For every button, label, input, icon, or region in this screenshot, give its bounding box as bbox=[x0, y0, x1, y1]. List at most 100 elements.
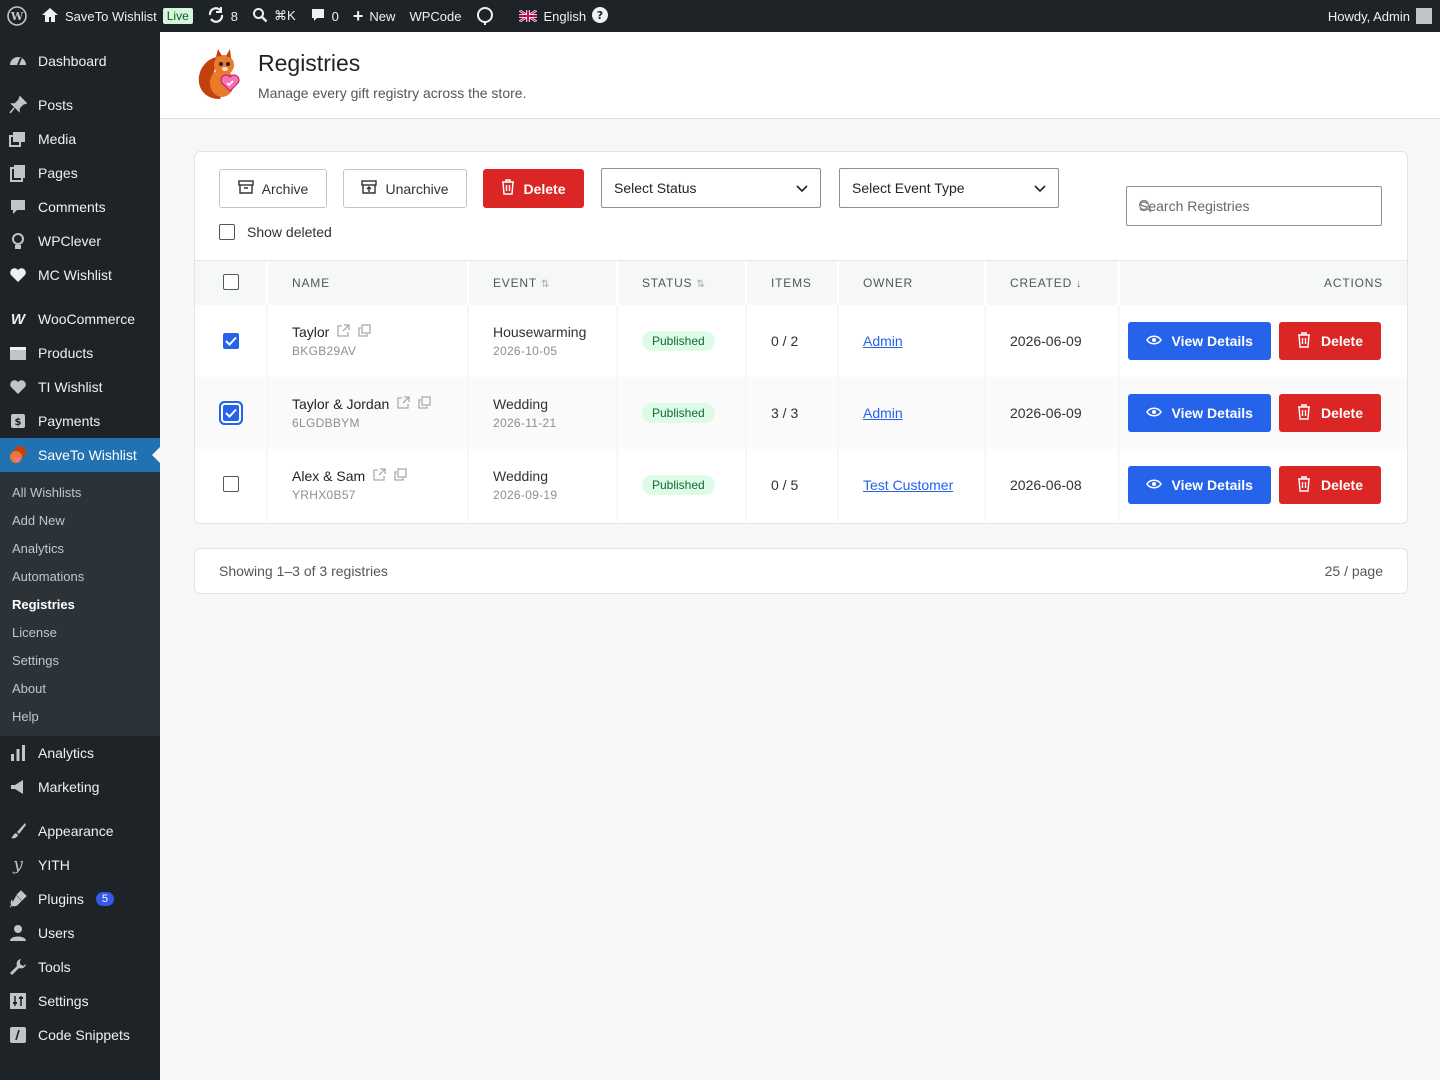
submenu-settings[interactable]: Settings bbox=[0, 646, 160, 674]
sidebar-item-products[interactable]: Products bbox=[0, 336, 160, 370]
column-status[interactable]: STATUS ⇅ bbox=[617, 261, 747, 305]
search-input[interactable]: Search Registries bbox=[1126, 186, 1382, 226]
sidebar-item-label: Code Snippets bbox=[38, 1027, 130, 1043]
sidebar-item-code-snippets[interactable]: Code Snippets bbox=[0, 1018, 160, 1052]
sidebar-item-woocommerce[interactable]: W WooCommerce bbox=[0, 302, 160, 336]
owner-link[interactable]: Admin bbox=[863, 333, 903, 349]
sidebar-item-label: TI Wishlist bbox=[38, 379, 103, 395]
archive-button[interactable]: Archive bbox=[219, 169, 327, 208]
updates-link[interactable]: 8 bbox=[200, 0, 245, 32]
external-link-icon[interactable] bbox=[373, 468, 386, 484]
column-event[interactable]: EVENT ⇅ bbox=[468, 261, 618, 305]
submenu-help[interactable]: Help bbox=[0, 702, 160, 730]
sidebar-item-tools[interactable]: Tools bbox=[0, 950, 160, 984]
sidebar-item-wpclever[interactable]: WPClever bbox=[0, 224, 160, 258]
row-checkbox[interactable] bbox=[222, 475, 239, 492]
copy-icon[interactable] bbox=[394, 468, 407, 484]
items-cell: 3 / 3 bbox=[746, 377, 839, 449]
sidebar-item-ti-wishlist[interactable]: TI Wishlist bbox=[0, 370, 160, 404]
headset-link[interactable] bbox=[468, 0, 502, 32]
new-content-link[interactable]: + New bbox=[346, 0, 403, 32]
user-icon bbox=[8, 923, 28, 943]
owner-link[interactable]: Test Customer bbox=[863, 477, 953, 493]
show-deleted-checkbox[interactable] bbox=[219, 224, 235, 240]
sidebar-item-yith[interactable]: y YITH bbox=[0, 848, 160, 882]
show-deleted-toggle[interactable]: Show deleted bbox=[219, 224, 332, 240]
external-link-icon[interactable] bbox=[397, 396, 410, 412]
status-badge: Published bbox=[642, 403, 715, 423]
admin-bar: W SaveTo Wishlist Live 8 ⌘K 0 + New WPCo… bbox=[0, 0, 1440, 32]
unarchive-button[interactable]: Unarchive bbox=[343, 169, 467, 208]
submenu-automations[interactable]: Automations bbox=[0, 562, 160, 590]
sidebar-item-posts[interactable]: Posts bbox=[0, 88, 160, 122]
view-details-button[interactable]: View Details bbox=[1127, 394, 1271, 432]
column-created[interactable]: CREATED ↓ bbox=[985, 261, 1120, 305]
show-deleted-label: Show deleted bbox=[247, 224, 332, 240]
site-name-link[interactable]: SaveTo Wishlist Live bbox=[34, 0, 200, 32]
submenu-registries[interactable]: Registries bbox=[0, 590, 160, 618]
owner-link[interactable]: Admin bbox=[863, 405, 903, 421]
sort-icon: ⇅ bbox=[541, 279, 551, 290]
row-delete-button[interactable]: Delete bbox=[1278, 394, 1381, 432]
sidebar-item-label: YITH bbox=[38, 857, 70, 873]
select-all-checkbox[interactable] bbox=[222, 273, 239, 290]
language-switcher[interactable]: English ? bbox=[512, 0, 615, 32]
sidebar-item-users[interactable]: Users bbox=[0, 916, 160, 950]
search-shortcut[interactable]: ⌘K bbox=[245, 0, 303, 32]
view-details-button[interactable]: View Details bbox=[1127, 466, 1271, 504]
row-delete-button[interactable]: Delete bbox=[1278, 322, 1381, 360]
submenu-license[interactable]: License bbox=[0, 618, 160, 646]
plugin-icon bbox=[8, 889, 28, 909]
copy-icon[interactable] bbox=[358, 324, 372, 340]
row-delete-button[interactable]: Delete bbox=[1278, 466, 1381, 504]
uk-flag-icon bbox=[518, 9, 539, 23]
payments-icon: $ bbox=[8, 411, 28, 431]
view-details-button[interactable]: View Details bbox=[1127, 322, 1271, 360]
select-all-cell bbox=[195, 261, 268, 305]
column-actions: ACTIONS bbox=[1119, 261, 1407, 305]
column-created-label: CREATED bbox=[1010, 276, 1073, 290]
sidebar-item-dashboard[interactable]: Dashboard bbox=[0, 44, 160, 78]
bar-chart-icon bbox=[8, 743, 28, 763]
registries-card: Archive Unarchive Delete Select Status S… bbox=[194, 151, 1408, 524]
bulk-delete-button[interactable]: Delete bbox=[483, 169, 584, 208]
event-type: Wedding bbox=[493, 468, 549, 484]
event-date: 2026-09-19 bbox=[493, 488, 558, 502]
event-type-select[interactable]: Select Event Type bbox=[839, 168, 1059, 208]
new-label: New bbox=[369, 8, 396, 24]
sidebar-item-settings[interactable]: Settings bbox=[0, 984, 160, 1018]
row-checkbox[interactable] bbox=[222, 333, 239, 349]
sidebar-item-plugins[interactable]: Plugins 5 bbox=[0, 882, 160, 916]
submenu-about[interactable]: About bbox=[0, 674, 160, 702]
sidebar-item-saveto-wishlist[interactable]: SaveTo Wishlist bbox=[0, 438, 160, 472]
admin-sidebar: Dashboard Posts Media Pages Comments WPC… bbox=[0, 32, 160, 1080]
status-select[interactable]: Select Status bbox=[601, 168, 821, 208]
wpcode-link[interactable]: WPCode bbox=[402, 0, 468, 32]
sidebar-item-payments[interactable]: $ Payments bbox=[0, 404, 160, 438]
per-page-selector[interactable]: 25 / page bbox=[1325, 563, 1383, 579]
submenu-analytics[interactable]: Analytics bbox=[0, 534, 160, 562]
sidebar-item-mc-wishlist[interactable]: MC Wishlist bbox=[0, 258, 160, 292]
sidebar-item-analytics[interactable]: Analytics bbox=[0, 736, 160, 770]
registry-name: Taylor bbox=[292, 324, 330, 340]
copy-icon[interactable] bbox=[418, 396, 431, 412]
sidebar-item-media[interactable]: Media bbox=[0, 122, 160, 156]
actions-cell: View Details Delete bbox=[1119, 377, 1407, 449]
external-link-icon[interactable] bbox=[337, 324, 351, 340]
submenu-add-new[interactable]: Add New bbox=[0, 506, 160, 534]
site-name: SaveTo Wishlist bbox=[65, 8, 157, 24]
row-checkbox[interactable] bbox=[222, 405, 239, 421]
comments-link[interactable]: 0 bbox=[303, 0, 346, 32]
row-select-cell bbox=[195, 305, 268, 377]
wordpress-logo-icon[interactable]: W bbox=[0, 0, 34, 32]
sidebar-item-marketing[interactable]: Marketing bbox=[0, 770, 160, 804]
trash-icon bbox=[1297, 403, 1311, 423]
sidebar-item-pages[interactable]: Pages bbox=[0, 156, 160, 190]
submenu-all-wishlists[interactable]: All Wishlists bbox=[0, 478, 160, 506]
my-account-link[interactable]: Howdy, Admin bbox=[1321, 0, 1440, 32]
greeting: Howdy, Admin bbox=[1327, 8, 1410, 24]
sidebar-item-appearance[interactable]: Appearance bbox=[0, 814, 160, 848]
sidebar-item-label: Posts bbox=[38, 97, 74, 113]
event-type: Wedding bbox=[493, 396, 549, 412]
sidebar-item-comments[interactable]: Comments bbox=[0, 190, 160, 224]
